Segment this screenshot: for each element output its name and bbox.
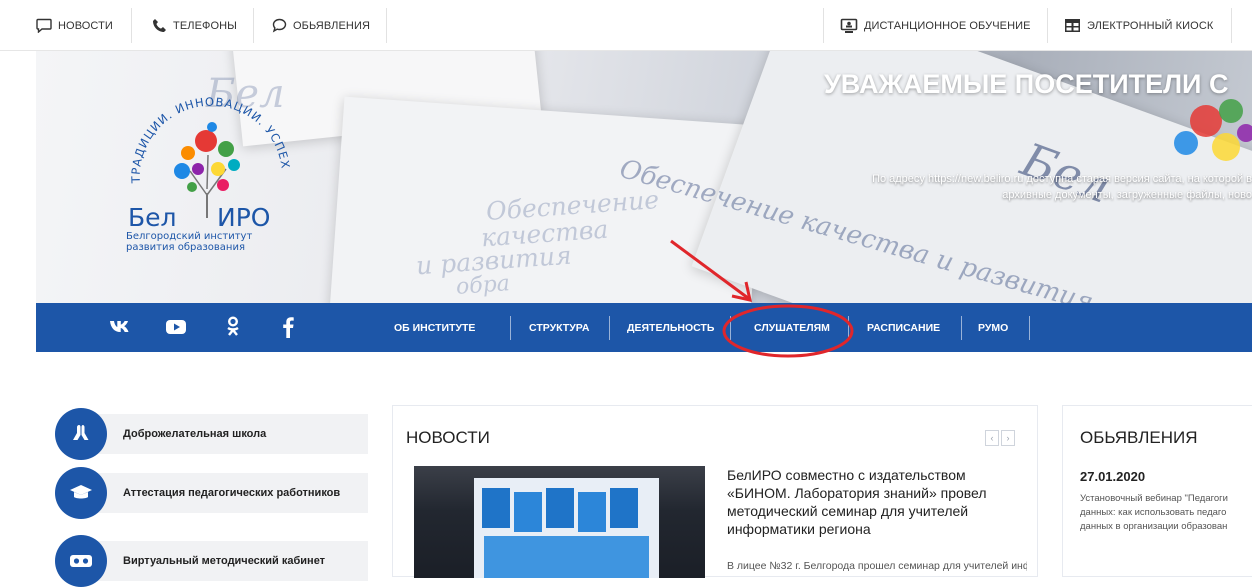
logo-caption-line1: Белгородский институт	[126, 231, 252, 242]
logo-graphic: ТРАДИЦИИ. ИННОВАЦИИ. УСПЕХ Бел ИРО Белго…	[126, 95, 292, 253]
divider	[253, 8, 254, 43]
sidebar-item-label: Аттестация педагогических работников	[123, 487, 341, 499]
news-heading: НОВОСТИ	[406, 428, 490, 447]
news-image-book	[546, 488, 574, 528]
announcement-date: 27.01.2020	[1080, 469, 1146, 484]
annotation-circle	[722, 304, 854, 358]
hero-title: УВАЖАЕМЫЕ ПОСЕТИТЕЛИ С	[824, 69, 1229, 99]
main-nav-bar: ОБ ИНСТИТУТЕ СТРУКТУРА ДЕЯТЕЛЬНОСТЬ СЛУШ…	[36, 303, 1252, 352]
youtube-icon[interactable]	[164, 315, 188, 339]
topbar-kiosk-label: ЭЛЕКТРОННЫЙ КИОСК	[1087, 19, 1214, 32]
sidebar-item-virtual-cabinet[interactable]: Виртуальный методический кабинет	[55, 535, 368, 587]
grid-table-icon	[1064, 18, 1081, 33]
chat-bubble-round-icon	[272, 18, 287, 33]
phone-icon	[152, 18, 167, 33]
hero-subtitle: По адресу https://new.beliro.ru доступна…	[802, 171, 1252, 203]
news-image-book-row	[484, 536, 649, 578]
nav-rumo[interactable]: РУМО	[978, 303, 1008, 352]
divider	[510, 316, 511, 340]
logo-caption-line2: развития образования	[126, 242, 245, 253]
sidebar-item-label: Доброжелательная школа	[123, 428, 267, 440]
logo-brand-right: ИРО	[217, 203, 270, 232]
sidebar-item-label: Виртуальный методический кабинет	[123, 555, 326, 567]
divider	[131, 8, 132, 43]
vr-headset-icon	[55, 535, 107, 587]
facebook-icon[interactable]	[276, 315, 300, 339]
vk-icon[interactable]	[108, 315, 132, 339]
hero-subtitle-line: архивные документы, загруженные файлы, н…	[1002, 189, 1252, 201]
logo-brand-left: Бел	[128, 203, 177, 232]
topbar-phones-label: ТЕЛЕФОНЫ	[173, 19, 238, 32]
topbar-distance-learning-link[interactable]: ДИСТАНЦИОННОЕ ОБУЧЕНИЕ	[840, 0, 1031, 51]
news-image-book	[514, 492, 542, 532]
nav-about-institute[interactable]: ОБ ИНСТИТУТЕ	[394, 303, 475, 352]
news-image[interactable]	[414, 466, 705, 578]
topbar-phones-link[interactable]: ТЕЛЕФОНЫ	[152, 0, 237, 51]
beliro-logo[interactable]: ТРАДИЦИИ. ИННОВАЦИИ. УСПЕХ Бел ИРО Белго…	[122, 83, 292, 263]
announcements-panel: ОБЬЯВЛЕНИЯ 27.01.2020 Установочный вебин…	[1062, 405, 1252, 577]
announcement-line: данных в организации образован	[1080, 521, 1228, 532]
topbar-kiosk-link[interactable]: ЭЛЕКТРОННЫЙ КИОСК	[1064, 0, 1213, 51]
topbar-news-link[interactable]: НОВОСТИ	[36, 0, 113, 51]
nav-activity[interactable]: ДЕЯТЕЛЬНОСТЬ	[627, 303, 714, 352]
divider	[1231, 8, 1232, 43]
news-image-book	[610, 488, 638, 528]
news-next-button[interactable]: ›	[1001, 430, 1015, 446]
chat-bubble-square-icon	[36, 18, 52, 33]
banner-ghost-text: обра	[455, 271, 511, 300]
news-prev-button[interactable]: ‹	[985, 430, 999, 446]
hero-subtitle-line: По адресу https://new.beliro.ru доступна…	[872, 173, 1252, 185]
announcement-line: Установочный вебинар "Педагоги	[1080, 493, 1228, 504]
sidebar-item-friendly-school[interactable]: Доброжелательная школа	[55, 408, 368, 460]
topbar-announcements-label: ОБЬЯВЛЕНИЯ	[293, 19, 371, 32]
divider	[609, 316, 610, 340]
news-excerpt: В лицее №32 г. Белгорода прошел семинар …	[727, 560, 1027, 572]
praying-hands-icon	[55, 408, 107, 460]
news-panel: НОВОСТИ ‹ › БелИРО совместно с издательс…	[392, 405, 1038, 578]
news-carousel-controls: ‹ ›	[983, 430, 1015, 446]
divider	[1047, 8, 1048, 43]
divider	[961, 316, 962, 340]
topbar-news-label: НОВОСТИ	[58, 19, 113, 32]
divider	[1029, 316, 1030, 340]
divider	[823, 8, 824, 43]
news-title-link[interactable]: БелИРО совместно с издательством «БИНОМ.…	[727, 466, 1027, 538]
nav-structure[interactable]: СТРУКТУРА	[529, 303, 589, 352]
announcement-text[interactable]: Установочный вебинар "Педагоги данных: к…	[1080, 492, 1252, 534]
top-bar: НОВОСТИ ТЕЛЕФОНЫ ОБЬЯВЛЕНИЯ ДИСТАНЦИОННО…	[0, 0, 1252, 51]
topbar-distance-learning-label: ДИСТАНЦИОННОЕ ОБУЧЕНИЕ	[864, 19, 1031, 32]
graduation-cap-icon	[55, 467, 107, 519]
odnoklassniki-icon[interactable]	[221, 315, 245, 339]
news-image-book	[578, 492, 606, 532]
news-image-book	[482, 488, 510, 528]
announcements-heading: ОБЬЯВЛЕНИЯ	[1080, 428, 1198, 447]
annotation-arrow	[670, 239, 752, 302]
nav-schedule[interactable]: РАСПИСАНИЕ	[867, 303, 940, 352]
divider	[386, 8, 387, 43]
sidebar-item-attestation[interactable]: Аттестация педагогических работников	[55, 467, 368, 519]
topbar-announcements-link[interactable]: ОБЬЯВЛЕНИЯ	[272, 0, 370, 51]
announcement-line: данных: как использовать педаго	[1080, 507, 1227, 518]
monitor-icon	[840, 18, 858, 34]
